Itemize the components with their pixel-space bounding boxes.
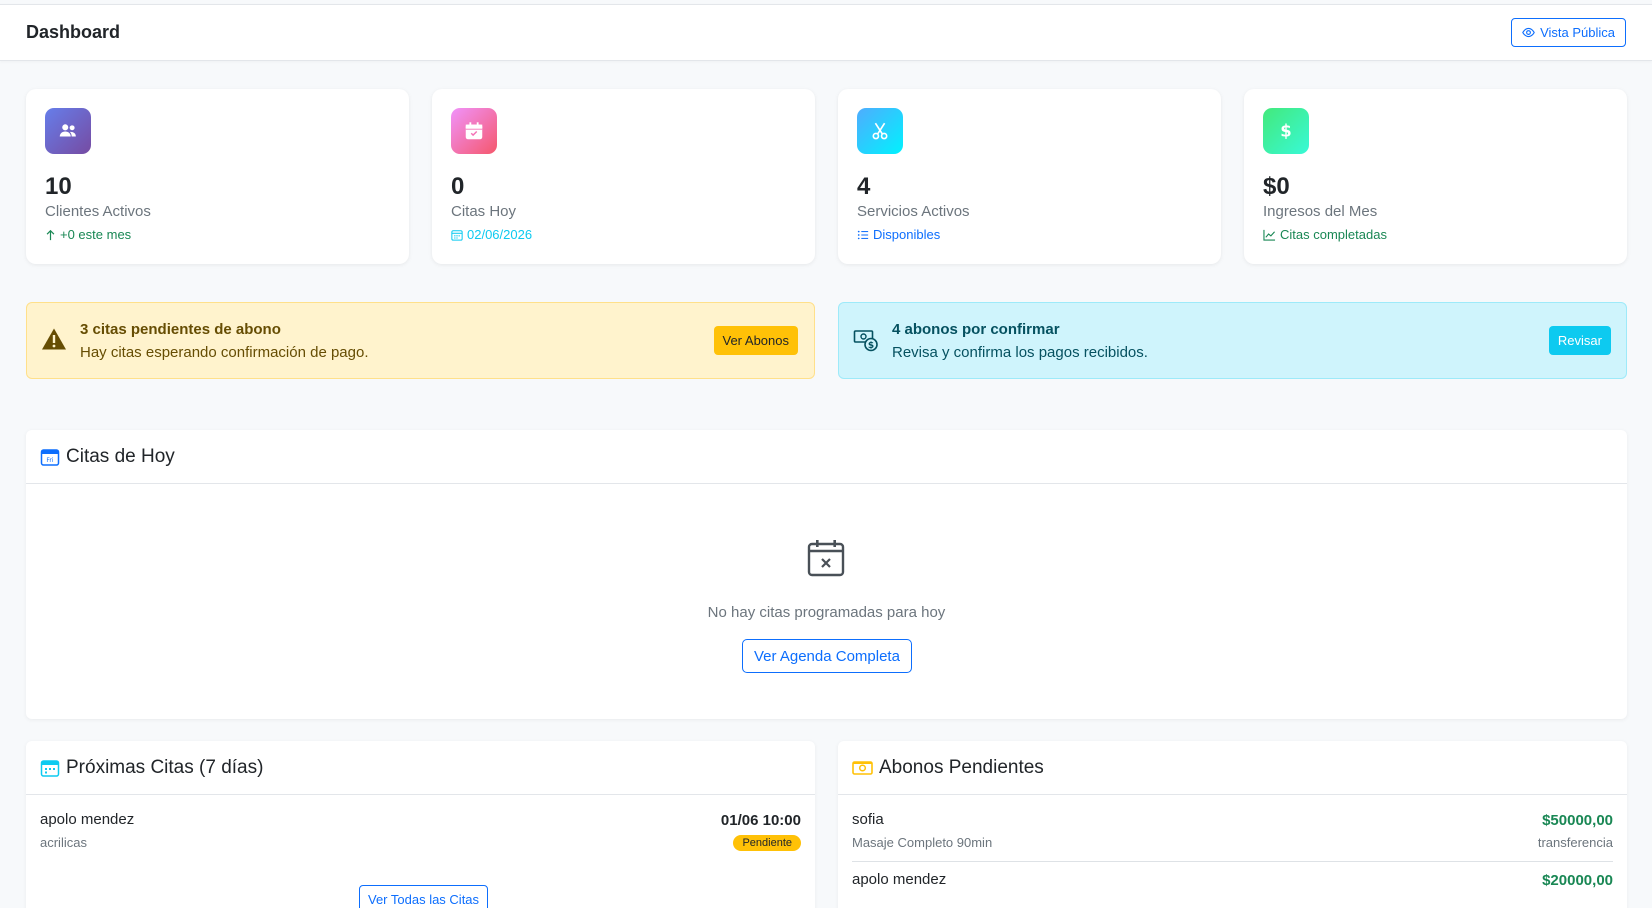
pending-deposits-panel: Abonos Pendientes sofia Masaje Completo … <box>838 741 1627 908</box>
stat-value: 0 <box>451 173 465 200</box>
panel-header: Próximas Citas (7 días) <box>26 741 815 795</box>
cash-icon <box>852 760 873 775</box>
alert-text: Revisa y confirma los pagos recibidos. <box>892 344 1148 361</box>
deposit-amount: $50000,00 <box>1542 812 1613 829</box>
calendar-week-icon <box>40 759 60 777</box>
panel-header: Fri Citas de Hoy <box>26 430 1627 484</box>
public-view-label: Vista Pública <box>1540 25 1615 40</box>
deposit-amount: $20000,00 <box>1542 872 1613 889</box>
stat-card-appointments: 0 Citas Hoy 02/06/2026 <box>432 89 815 264</box>
cash-coin-icon: $ <box>853 330 878 352</box>
stat-sub-text: Citas completadas <box>1280 227 1387 242</box>
stat-label: Citas Hoy <box>451 203 517 220</box>
scissors-icon <box>857 108 903 154</box>
appointment-datetime: 01/06 10:00 <box>720 812 801 829</box>
alert-pending-deposits: 3 citas pendientes de abono Hay citas es… <box>26 302 815 379</box>
status-badge: Pendiente <box>733 835 801 851</box>
client-name: apolo mendez <box>852 871 947 888</box>
stat-label: Clientes Activos <box>45 203 151 220</box>
svg-text:$: $ <box>868 341 874 351</box>
panel-title: Citas de Hoy <box>66 445 175 467</box>
stat-sub: Disponibles <box>857 227 940 242</box>
stat-value: 10 <box>45 173 72 200</box>
list-icon <box>857 230 869 239</box>
stat-label: Ingresos del Mes <box>1263 203 1378 220</box>
stat-sub-text: 02/06/2026 <box>467 227 533 242</box>
divider <box>852 861 1613 862</box>
svg-text:Fri: Fri <box>46 457 53 464</box>
stat-card-clients: 10 Clientes Activos +0 este mes <box>26 89 409 264</box>
public-view-button[interactable]: Vista Pública <box>1511 18 1626 47</box>
calendar-day-icon: Fri <box>40 448 60 466</box>
eye-icon <box>1522 27 1535 38</box>
alert-title: 4 abonos por confirmar <box>892 321 1060 338</box>
page-title: Dashboard <box>26 22 121 42</box>
client-name: sofia <box>852 811 884 828</box>
list-item[interactable]: apolo mendez acrilicas 01/06 10:00 Pendi… <box>40 803 801 857</box>
alert-text: Hay citas esperando confirmación de pago… <box>80 344 369 361</box>
review-button[interactable]: Revisar <box>1548 326 1611 355</box>
alert-title: 3 citas pendientes de abono <box>80 321 281 338</box>
upcoming-appointments-panel: Próximas Citas (7 días) apolo mendez acr… <box>26 741 815 908</box>
service-name: acrilicas <box>40 835 87 850</box>
panel-header: Abonos Pendientes <box>838 741 1627 795</box>
svg-text:$: $ <box>1280 122 1291 141</box>
calendar-icon <box>451 229 463 241</box>
list-item[interactable]: apolo mendez $20000,00 <box>852 863 1613 908</box>
dollar-icon: $ <box>1263 108 1309 154</box>
stat-value: $0 <box>1263 173 1290 200</box>
view-full-agenda-button[interactable]: Ver Agenda Completa <box>742 639 912 673</box>
stat-label: Servicios Activos <box>857 203 970 220</box>
panel-title: Abonos Pendientes <box>879 756 1044 778</box>
stat-sub: Citas completadas <box>1263 227 1387 242</box>
empty-state-text: No hay citas programadas para hoy <box>707 604 946 621</box>
today-appointments-panel: Fri Citas de Hoy No hay citas programada… <box>26 430 1627 719</box>
payment-method: transferencia <box>1537 835 1613 850</box>
stat-sub-text: Disponibles <box>873 227 941 242</box>
stat-value: 4 <box>857 173 871 200</box>
top-bar: Dashboard Vista Pública <box>0 4 1652 61</box>
list-item[interactable]: sofia Masaje Completo 90min $50000,00 tr… <box>852 803 1613 857</box>
calendar-check-icon <box>451 108 497 154</box>
calendar-x-icon <box>807 540 845 577</box>
arrow-up-icon <box>46 229 55 240</box>
chart-line-icon <box>1263 229 1276 241</box>
users-icon <box>45 108 91 154</box>
panel-title: Próximas Citas (7 días) <box>66 756 264 778</box>
client-name: apolo mendez <box>40 811 135 828</box>
view-all-appointments-button[interactable]: Ver Todas las Citas <box>359 885 489 908</box>
stat-sub: 02/06/2026 <box>451 227 532 242</box>
stat-card-income: $ $0 Ingresos del Mes Citas completadas <box>1244 89 1627 264</box>
alert-confirm-deposits: $ 4 abonos por confirmar Revisa y confir… <box>838 302 1627 379</box>
stat-card-services: 4 Servicios Activos Disponibles <box>838 89 1221 264</box>
view-deposits-button[interactable]: Ver Abonos <box>713 326 798 355</box>
stat-sub: +0 este mes <box>45 227 131 242</box>
warning-triangle-icon <box>42 328 66 350</box>
service-name: Masaje Completo 90min <box>852 835 993 850</box>
stat-sub-text: +0 este mes <box>60 227 132 242</box>
